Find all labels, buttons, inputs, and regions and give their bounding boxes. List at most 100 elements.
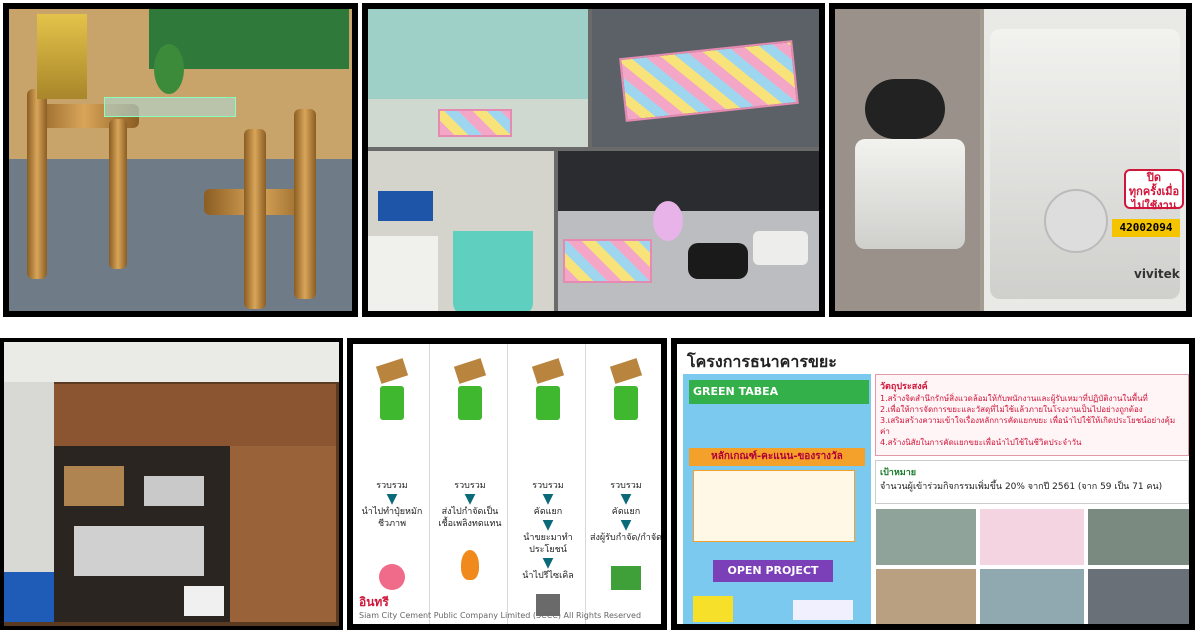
microwave <box>184 586 224 616</box>
pots <box>144 476 204 506</box>
factory-icon <box>611 566 641 590</box>
upper-cabinets <box>54 384 336 446</box>
plant <box>154 44 184 94</box>
copyright-footer: Siam City Cement Public Company Limited … <box>359 611 642 620</box>
sign-card <box>378 191 433 221</box>
bin-photo <box>368 151 554 311</box>
step-result: นำไปทำปุ๋ยหมักชีวภาพ <box>361 507 423 529</box>
recycle-box <box>563 239 652 283</box>
event-photo <box>979 508 1085 566</box>
green-bin-icon <box>458 386 482 420</box>
down-arrow-icon: ▼ <box>542 517 554 533</box>
open-project-banner: OPEN PROJECT <box>713 560 833 582</box>
green-banner: GREEN TABEA <box>689 380 869 404</box>
target-box: เป้าหมาย จำนวนผู้เข้าร่วมกิจกรรมเพิ่มขึ้… <box>875 460 1189 504</box>
glass-table-top <box>104 97 236 117</box>
recycle-box <box>438 109 512 137</box>
bin-sign <box>531 358 565 384</box>
objectives-box: วัตถุประสงค์ 1.สร้างจิตสำนึกรักษ์สิ่งแวด… <box>875 374 1189 456</box>
compost-icon <box>379 564 405 590</box>
bamboo-chair-leg <box>27 89 47 279</box>
fire-icon <box>461 550 479 580</box>
bin-column-general: รวบรวม ▼ ส่งไปกำจัดเป็น เชื้อเพลิงทดแทน <box>431 344 509 624</box>
down-arrow-icon: ▼ <box>620 517 632 533</box>
event-photo <box>979 568 1085 624</box>
target-text: จำนวนผู้เข้าร่วมกิจกรรมเพิ่มขึ้น 20% จาก… <box>880 482 1163 492</box>
green-bin-icon <box>614 386 638 420</box>
bin-column-hazard: รวบรวม ▼ คัดแยก ▼ ส่งผู้รับกำจัด/กำจัด <box>587 344 662 624</box>
projector-top <box>990 29 1180 299</box>
bin-column-recycle: รวบรวม ▼ คัดแยก ▼ นำขยะมาทำประโยชน์ ▼ นำ… <box>509 344 587 624</box>
objectives-title: วัตถุประสงค์ <box>880 382 928 392</box>
bin-sign <box>375 358 409 384</box>
event-photo <box>875 508 977 566</box>
bin-sign <box>453 358 487 384</box>
criteria-banner: หลักเกณฑ์-คะแนน-ของรางวัล <box>689 448 865 466</box>
objective-item: 3.เสริมสร้างความเข้าใจเรื่องหลักการคัดแย… <box>880 416 1176 436</box>
step-result: เชื้อเพลิงทดแทน <box>438 519 502 529</box>
ribbon <box>793 600 853 620</box>
down-arrow-icon: ▼ <box>464 491 476 507</box>
photo-projector: ปิด ทุกครั้งเมื่อไม่ใช้งาน 42002094 vivi… <box>829 3 1192 317</box>
wastebasket <box>453 231 533 311</box>
waste-bank-poster: โครงการธนาคารขยะ GREEN TABEA หลักเกณฑ์-ค… <box>671 338 1195 630</box>
projector-bag-photo <box>558 151 819 311</box>
projector-top-photo: ปิด ทุกครั้งเมื่อไม่ใช้งาน 42002094 vivi… <box>984 9 1186 311</box>
step-dispose: ส่งผู้รับกำจัด/กำจัด <box>590 533 662 543</box>
down-arrow-icon: ▼ <box>542 555 554 571</box>
objective-item: 1.สร้างจิตสำนึกรักษ์สิ่งแวดล้อมให้กับพนั… <box>880 394 1148 403</box>
cables <box>865 79 945 139</box>
cabinet <box>368 236 438 311</box>
control-pad <box>1044 189 1108 253</box>
down-arrow-icon: ▼ <box>620 491 632 507</box>
event-photo <box>875 568 977 624</box>
criteria-table <box>693 470 855 542</box>
poster-right-panel: วัตถุประสงค์ 1.สร้างจิตสำนึกรักษ์สิ่งแวด… <box>875 374 1189 624</box>
baskets <box>64 466 124 506</box>
laptop-bag <box>688 243 748 279</box>
event-photo <box>1087 508 1189 566</box>
bamboo-chair-back <box>294 109 316 299</box>
curtain <box>368 9 588 99</box>
starburst <box>693 596 733 622</box>
blue-crate <box>4 572 54 622</box>
power-off-sticker: ปิด ทุกครั้งเมื่อไม่ใช้งาน <box>1124 169 1184 212</box>
brand-name: vivitek <box>1134 267 1180 281</box>
projector-body <box>855 139 965 249</box>
poster-title: โครงการธนาคารขยะ <box>687 352 837 371</box>
company-logo: อินทรี <box>359 595 389 609</box>
bin-sign <box>609 358 643 384</box>
kitchenware <box>74 526 204 576</box>
target-title: เป้าหมาย <box>880 468 917 478</box>
step-result: ส่งไปกำจัดเป็น <box>441 507 499 517</box>
trophies <box>37 14 87 99</box>
asset-tag: 42002094 <box>1112 219 1180 237</box>
recycle-box <box>619 40 799 122</box>
photo-collage-recycle-boxes <box>362 3 825 317</box>
bamboo-chair-leg <box>109 119 127 269</box>
poster-left-panel: GREEN TABEA หลักเกณฑ์-คะแนน-ของรางวัล OP… <box>683 374 871 624</box>
open-shelves <box>54 446 230 622</box>
photo-bamboo-furniture <box>3 3 358 317</box>
ceiling <box>4 342 339 382</box>
photo-storage-cabinet <box>0 338 343 630</box>
bamboo-chair-back <box>244 129 266 309</box>
objective-item: 2.เพื่อให้การจัดการขยะและวัสดุที่ไม่ใช้แ… <box>880 405 1143 414</box>
green-bin-icon <box>536 386 560 420</box>
down-arrow-icon: ▼ <box>542 491 554 507</box>
chairs <box>558 151 819 211</box>
meeting-room-photo <box>368 9 588 147</box>
projector <box>753 231 808 265</box>
step-reuse: นำขยะมาทำประโยชน์ <box>523 533 573 555</box>
event-photo <box>1087 568 1189 624</box>
waste-sorting-infographic: รวบรวม ▼ นำไปทำปุ๋ยหมักชีวภาพ รวบรวม ▼ ส… <box>347 338 667 630</box>
right-cabinets <box>230 446 336 622</box>
table-photo <box>592 9 819 147</box>
orchid <box>653 201 683 241</box>
bin-column-wet: รวบรวม ▼ นำไปทำปุ๋ยหมักชีวภาพ <box>353 344 431 624</box>
projector-side-photo <box>835 9 980 311</box>
objective-item: 4.สร้างนิสัยในการคัดแยกขยะเพื่อนำไปใช้ใน… <box>880 438 1082 447</box>
step-recycle: นำไปรีไซเคิล <box>522 571 574 581</box>
down-arrow-icon: ▼ <box>386 491 398 507</box>
green-bin-icon <box>380 386 404 420</box>
